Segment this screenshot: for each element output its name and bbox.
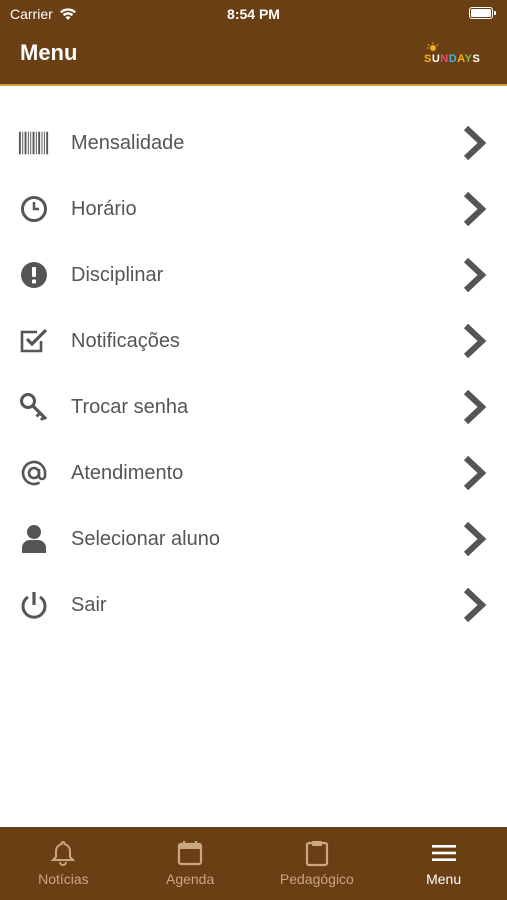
tab-menu[interactable]: Menu [380, 827, 507, 900]
tab-bar: Notícias Agenda Pedagógico Menu [0, 827, 507, 900]
menu-item-selecionar-aluno[interactable]: Selecionar aluno [0, 506, 507, 572]
menu-item-notificacoes[interactable]: Notificações [0, 308, 507, 374]
menu-item-trocar-senha[interactable]: Trocar senha [0, 374, 507, 440]
exclamation-icon [18, 259, 50, 291]
menu-item-label: Atendimento [71, 461, 184, 484]
clock-icon [18, 193, 50, 225]
menu-item-sair[interactable]: Sair [0, 572, 507, 638]
menu-item-horario[interactable]: Horário [0, 176, 507, 242]
status-bar: Carrier 8:54 PM [0, 0, 507, 28]
chevron-right-icon [463, 587, 487, 623]
clipboard-icon [305, 841, 328, 867]
chevron-right-icon [463, 125, 487, 161]
chevron-right-icon [463, 257, 487, 293]
menu-item-label: Disciplinar [71, 263, 164, 286]
menu-item-atendimento[interactable]: Atendimento [0, 440, 507, 506]
menu-item-label: Sair [71, 593, 107, 616]
tab-label: Menu [426, 871, 462, 887]
menu-list: Mensalidade Horário Disciplinar Notifica… [0, 110, 507, 638]
calendar-icon [178, 841, 203, 866]
nav-bar: Menu SUNDAYS [0, 28, 507, 86]
menu-item-label: Selecionar aluno [71, 527, 220, 550]
checkbox-icon [18, 325, 50, 357]
chevron-right-icon [463, 521, 487, 557]
menu-item-mensalidade[interactable]: Mensalidade [0, 110, 507, 176]
tab-noticias[interactable]: Notícias [0, 827, 127, 900]
tab-label: Pedagógico [279, 871, 354, 887]
bell-icon [50, 840, 76, 866]
chevron-right-icon [463, 455, 487, 491]
barcode-icon [18, 127, 50, 159]
tab-agenda[interactable]: Agenda [127, 827, 254, 900]
user-icon [18, 523, 50, 555]
menu-item-disciplinar[interactable]: Disciplinar [0, 242, 507, 308]
sundays-logo: SUNDAYS [424, 42, 480, 65]
battery-icon [469, 7, 496, 19]
page-title: Menu [20, 40, 78, 65]
at-icon [18, 457, 50, 489]
chevron-right-icon [463, 323, 487, 359]
chevron-right-icon [463, 389, 487, 425]
tab-label: Notícias [38, 871, 89, 887]
tab-label: Agenda [165, 871, 215, 887]
tab-pedagogico[interactable]: Pedagógico [254, 827, 381, 900]
status-time: 8:54 PM [227, 6, 280, 22]
svg-text:SUNDAYS: SUNDAYS [424, 53, 480, 65]
menu-item-label: Trocar senha [71, 395, 189, 418]
chevron-right-icon [463, 191, 487, 227]
menu-item-label: Notificações [71, 329, 180, 352]
menu-item-label: Mensalidade [71, 131, 185, 154]
power-icon [18, 589, 50, 621]
hamburger-icon [431, 845, 456, 861]
menu-item-label: Horário [71, 197, 137, 220]
key-icon [18, 391, 50, 423]
